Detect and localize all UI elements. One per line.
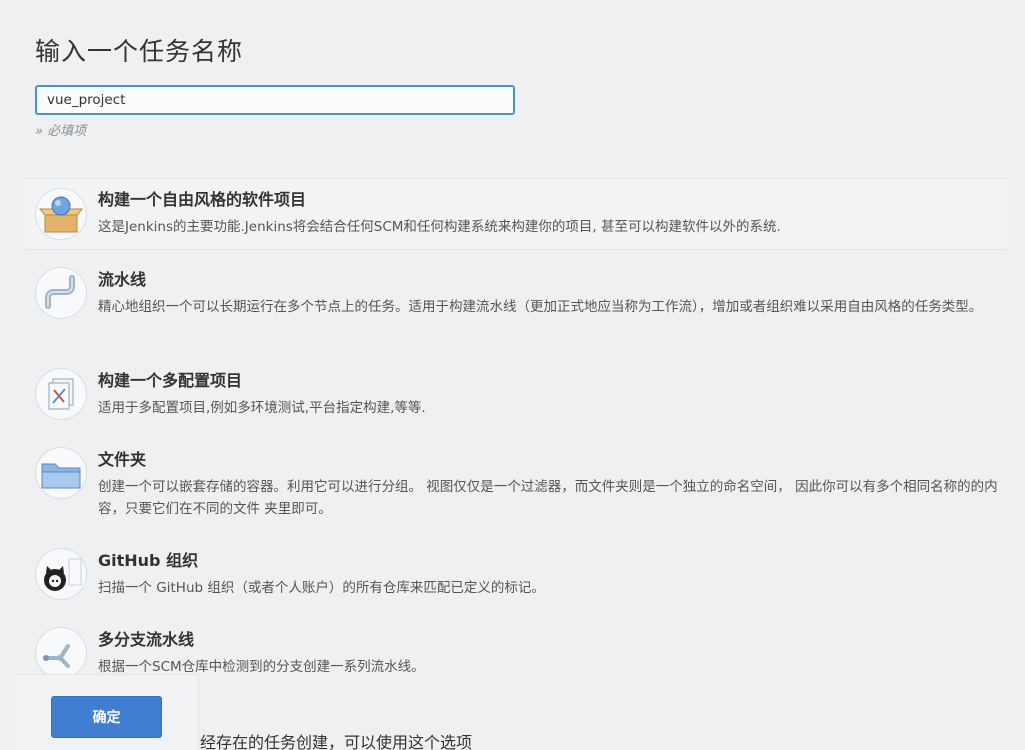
folder-icon (35, 447, 87, 499)
job-type-pipeline[interactable]: 流水线 精心地组织一个可以长期运行在多个节点上的任务。适用于构建流水线（更加正式… (25, 267, 1007, 319)
job-type-name: GitHub 组织 (98, 551, 199, 570)
job-type-name: 构建一个多配置项目 (98, 371, 243, 390)
job-type-name: 多分支流水线 (98, 630, 195, 649)
page-title: 输入一个任务名称 (35, 37, 244, 66)
pipeline-icon (35, 267, 87, 319)
job-type-name: 流水线 (98, 270, 147, 289)
job-type-description: 这是Jenkins的主要功能.Jenkins将会结合任何SCM和任何构建系统来构… (98, 219, 781, 235)
job-type-multi-config[interactable]: 构建一个多配置项目 适用于多配置项目,例如多环境测试,平台指定构建,等等. (25, 368, 1007, 420)
job-type-description: 适用于多配置项目,例如多环境测试,平台指定构建,等等. (98, 400, 426, 416)
job-type-folder[interactable]: 文件夹 创建一个可以嵌套存储的容器。利用它可以进行分组。 视图仅仅是一个过滤器，… (25, 447, 1007, 520)
github-organization-icon (35, 548, 87, 600)
required-hint: » 必填项 (35, 124, 87, 139)
job-type-freestyle[interactable]: 构建一个自由风格的软件项目 这是Jenkins的主要功能.Jenkins将会结合… (25, 178, 1007, 250)
job-type-multibranch-pipeline[interactable]: 多分支流水线 根据一个SCM仓库中检测到的分支创建一系列流水线。 (25, 627, 1007, 679)
job-type-name: 构建一个自由风格的软件项目 (98, 190, 307, 209)
job-type-name: 文件夹 (98, 450, 147, 469)
job-type-description: 精心地组织一个可以长期运行在多个节点上的任务。适用于构建流水线（更加正式地应当称… (98, 299, 983, 315)
job-type-description: 创建一个可以嵌套存储的容器。利用它可以进行分组。 视图仅仅是一个过滤器，而文件夹… (98, 479, 998, 517)
new-item-page: 输入一个任务名称 » 必填项 构建一个自由风格的软件项目 这是Jenkins的主… (0, 0, 1025, 750)
multi-config-project-icon (35, 368, 87, 420)
job-type-description: 根据一个SCM仓库中检测到的分支创建一系列流水线。 (98, 659, 425, 675)
job-type-description: 扫描一个 GitHub 组织（或者个人账户）的所有仓库来匹配已定义的标记。 (98, 580, 545, 596)
copy-from-hint: 经存在的任务创建，可以使用这个选项 (200, 733, 473, 750)
job-type-github-organization[interactable]: GitHub 组织 扫描一个 GitHub 组织（或者个人账户）的所有仓库来匹配… (25, 548, 1007, 600)
freestyle-project-icon (35, 188, 87, 240)
multibranch-pipeline-icon (35, 627, 87, 679)
ok-button[interactable]: 确定 (51, 696, 162, 738)
item-name-input[interactable] (35, 85, 515, 115)
